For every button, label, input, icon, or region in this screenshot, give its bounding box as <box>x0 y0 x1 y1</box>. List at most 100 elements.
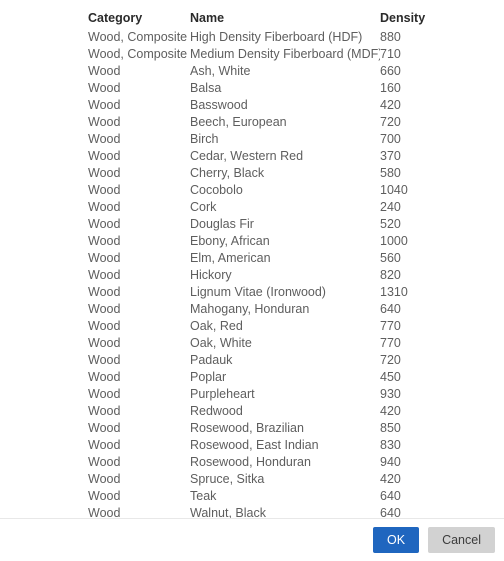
table-row[interactable]: Wood Cherry, Black 580 <box>88 165 424 182</box>
cell-category: Wood <box>88 149 121 163</box>
ok-button[interactable]: OK <box>373 527 420 553</box>
cell-name: Elm, American <box>190 251 271 265</box>
table-header-row: Category Name Density <box>88 11 425 29</box>
table-row[interactable]: Wood Spruce, Sitka 420 <box>88 471 424 488</box>
cell-category: Wood <box>88 166 121 180</box>
cell-category: Wood <box>88 370 121 384</box>
cell-name: Spruce, Sitka <box>190 472 265 486</box>
cell-category: Wood <box>88 132 121 146</box>
cell-category: Wood <box>88 438 121 452</box>
cell-category: Wood <box>88 489 121 503</box>
cell-density: 850 <box>380 421 401 435</box>
table-row[interactable]: Wood, Composite High Density Fiberboard (… <box>88 29 424 46</box>
cell-name: Rosewood, Honduran <box>190 455 311 469</box>
table-row[interactable]: Wood Cork 240 <box>88 199 424 216</box>
cell-name: High Density Fiberboard (HDF) <box>190 30 363 44</box>
cell-category: Wood <box>88 404 121 418</box>
cell-name: Cedar, Western Red <box>190 149 304 163</box>
cell-density: 450 <box>380 370 401 384</box>
cell-name: Poplar <box>190 370 227 384</box>
table-row[interactable]: Wood Rosewood, East Indian 830 <box>88 437 424 454</box>
cell-category: Wood <box>88 336 121 350</box>
table-row[interactable]: Wood Rosewood, Brazilian 850 <box>88 420 424 437</box>
cell-name: Cocobolo <box>190 183 243 197</box>
table-body: Wood, Composite High Density Fiberboard (… <box>88 29 424 518</box>
cell-category: Wood <box>88 268 121 282</box>
table-row[interactable]: Wood Birch 700 <box>88 131 424 148</box>
cell-category: Wood <box>88 285 121 299</box>
material-density-dialog: Category Name Density Wood, Composite Hig… <box>0 0 504 561</box>
cell-name: Cork <box>190 200 217 214</box>
table-row[interactable]: Wood, Composite Medium Density Fiberboard… <box>88 46 424 63</box>
cell-density: 720 <box>380 353 401 367</box>
cell-density: 820 <box>380 268 401 282</box>
cell-name: Medium Density Fiberboard (MDF) <box>190 47 380 61</box>
cell-name: Redwood <box>190 404 243 418</box>
table-row[interactable]: Wood Basswood 420 <box>88 97 424 114</box>
cell-density: 770 <box>380 336 401 350</box>
table-row[interactable]: Wood Purpleheart 930 <box>88 386 424 403</box>
cell-density: 720 <box>380 115 401 129</box>
cancel-button[interactable]: Cancel <box>428 527 495 553</box>
table-row[interactable]: Wood Teak 640 <box>88 488 424 505</box>
cell-category: Wood <box>88 353 121 367</box>
cell-name: Birch <box>190 132 219 146</box>
density-table: Category Name Density Wood, Composite Hig… <box>88 11 425 518</box>
cell-category: Wood <box>88 217 121 231</box>
cell-density: 700 <box>380 132 401 146</box>
table-row[interactable]: Wood Oak, White 770 <box>88 335 424 352</box>
table-row[interactable]: Wood Padauk 720 <box>88 352 424 369</box>
cell-density: 240 <box>380 200 401 214</box>
cell-category: Wood <box>88 472 121 486</box>
cell-category: Wood, Composite <box>88 30 188 44</box>
table-row[interactable]: Wood Mahogany, Honduran 640 <box>88 301 424 318</box>
cell-name: Mahogany, Honduran <box>190 302 310 316</box>
cell-density: 520 <box>380 217 401 231</box>
cell-density: 770 <box>380 319 401 333</box>
cell-density: 1310 <box>380 285 408 299</box>
cell-name: Ebony, African <box>190 234 270 248</box>
table-row[interactable]: Wood Beech, European 720 <box>88 114 424 131</box>
cell-density: 640 <box>380 506 401 518</box>
table-row[interactable]: Wood Ebony, African 1000 <box>88 233 424 250</box>
cell-density: 880 <box>380 30 401 44</box>
cell-name: Padauk <box>190 353 233 367</box>
cell-category: Wood <box>88 387 121 401</box>
cell-density: 420 <box>380 472 401 486</box>
cell-name: Oak, White <box>190 336 252 350</box>
cell-density: 160 <box>380 81 401 95</box>
cell-density: 1000 <box>380 234 408 248</box>
table-row[interactable]: Wood Oak, Red 770 <box>88 318 424 335</box>
cell-name: Hickory <box>190 268 232 282</box>
cell-density: 420 <box>380 98 401 112</box>
cell-density: 420 <box>380 404 401 418</box>
cell-name: Beech, European <box>190 115 287 129</box>
table-row[interactable]: Wood Elm, American 560 <box>88 250 424 267</box>
column-header-density[interactable]: Density <box>380 11 425 29</box>
cell-name: Basswood <box>190 98 248 112</box>
cell-density: 1040 <box>380 183 408 197</box>
table-header: Category Name Density <box>88 11 425 29</box>
table-row[interactable]: Wood Balsa 160 <box>88 80 424 97</box>
table-row[interactable]: Wood Hickory 820 <box>88 267 424 284</box>
cell-category: Wood <box>88 455 121 469</box>
table-row[interactable]: Wood Walnut, Black 640 <box>88 505 424 518</box>
column-header-category[interactable]: Category <box>88 11 190 29</box>
column-header-name[interactable]: Name <box>190 11 380 29</box>
density-table-region: Category Name Density Wood, Composite Hig… <box>0 0 504 518</box>
table-row[interactable]: Wood Lignum Vitae (Ironwood) 1310 <box>88 284 424 301</box>
cell-density: 560 <box>380 251 401 265</box>
cell-density: 370 <box>380 149 401 163</box>
table-row[interactable]: Wood Cocobolo 1040 <box>88 182 424 199</box>
cell-density: 940 <box>380 455 401 469</box>
table-row[interactable]: Wood Redwood 420 <box>88 403 424 420</box>
cell-category: Wood <box>88 98 121 112</box>
table-row[interactable]: Wood Ash, White 660 <box>88 63 424 80</box>
cell-density: 660 <box>380 64 401 78</box>
cell-category: Wood <box>88 319 121 333</box>
cell-category: Wood <box>88 234 121 248</box>
table-row[interactable]: Wood Rosewood, Honduran 940 <box>88 454 424 471</box>
table-row[interactable]: Wood Douglas Fir 520 <box>88 216 424 233</box>
table-row[interactable]: Wood Cedar, Western Red 370 <box>88 148 424 165</box>
table-row[interactable]: Wood Poplar 450 <box>88 369 424 386</box>
